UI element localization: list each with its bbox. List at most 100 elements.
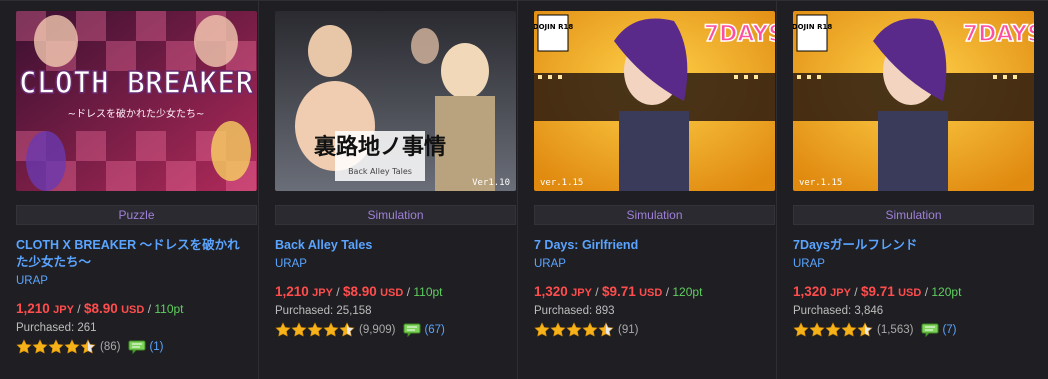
product-thumbnail[interactable]: DOJIN R18 7DAYS ver.1.15	[793, 11, 1034, 191]
rating-row: (9,909) (67)	[275, 321, 517, 339]
product-card: DOJIN R18 7DAYS ver.1.15 Simulation 7 Da…	[518, 1, 777, 379]
thumb-version: ver.1.15	[540, 178, 583, 188]
points: 110pt	[154, 302, 184, 316]
points: 120pt	[931, 285, 962, 299]
product-title[interactable]: Back Alley Tales	[275, 237, 511, 254]
product-title[interactable]: 7Daysガールフレンド	[793, 237, 1029, 254]
star-rating	[534, 322, 614, 338]
usd-unit: USD	[639, 287, 663, 299]
star-icon	[566, 322, 582, 337]
review-count: (7)	[942, 324, 957, 336]
half-star-icon	[857, 322, 873, 337]
thumb-caption: 7DAYS	[963, 22, 1034, 47]
jpy-unit: JPY	[312, 287, 333, 299]
review-count: (67)	[424, 324, 445, 336]
product-thumbnail[interactable]: 裏路地ノ事情 Back Alley Tales Ver1.10	[275, 11, 516, 191]
price-row: 1,210 JPY / $8.90 USD / 110pt	[275, 284, 443, 299]
half-star-icon	[339, 322, 355, 337]
review-count: (1)	[149, 341, 164, 353]
genre-tag[interactable]: Simulation	[534, 205, 775, 225]
purchased-count: Purchased: 25,158	[275, 305, 372, 317]
points: 120pt	[672, 285, 703, 299]
star-icon	[809, 322, 825, 337]
rating-count: (91)	[618, 324, 639, 336]
star-icon	[841, 322, 857, 337]
price-usd: $9.71	[601, 284, 636, 299]
star-icon	[825, 322, 841, 337]
price-usd: $8.90	[83, 301, 118, 316]
price-jpy: 1,320	[793, 284, 827, 299]
thumb-caption: 7DAYS	[704, 22, 775, 47]
price-row: 1,320 JPY / $9.71 USD / 120pt	[793, 284, 962, 299]
product-card: DOJIN R18 7DAYS ver.1.15 Simulation 7Day…	[777, 1, 1048, 379]
star-icon	[307, 322, 323, 337]
product-title[interactable]: 7 Days: Girlfriend	[534, 237, 770, 254]
half-star-icon	[80, 339, 96, 354]
rating-count: (86)	[100, 341, 121, 353]
star-icon	[32, 339, 48, 354]
product-title[interactable]: CLOTH X BREAKER ～ドレスを破かれた少女たち～	[16, 237, 252, 271]
star-icon	[16, 339, 32, 354]
jpy-unit: JPY	[53, 304, 74, 316]
purchased-count: Purchased: 893	[534, 305, 615, 317]
star-icon	[793, 322, 809, 337]
product-thumbnail[interactable]: DOJIN R18 7DAYS ver.1.15	[534, 11, 775, 191]
maker-link[interactable]: URAP	[275, 256, 517, 272]
thumb-subcaption: ~ドレスを破かれた少女たち~	[68, 107, 205, 120]
star-icon	[534, 322, 550, 337]
price-jpy: 1,210	[16, 301, 50, 316]
product-card: 裏路地ノ事情 Back Alley Tales Ver1.10 Simulati…	[259, 1, 518, 379]
points: 110pt	[413, 285, 443, 299]
maker-link[interactable]: URAP	[16, 273, 258, 289]
star-icon	[275, 322, 291, 337]
thumb-badge: DOJIN R18	[793, 23, 832, 31]
genre-tag[interactable]: Simulation	[793, 205, 1034, 225]
thumb-version: ver.1.15	[799, 178, 842, 188]
product-grid: CLOTH BREAKER ~ドレスを破かれた少女たち~ Puzzle CLOT…	[0, 0, 1048, 379]
rating-row: (1,563) (7)	[793, 321, 1048, 339]
price-usd: $9.71	[860, 284, 895, 299]
review-link[interactable]: (1)	[128, 340, 164, 354]
star-icon	[64, 339, 80, 354]
speech-bubble-icon	[128, 340, 146, 354]
review-link[interactable]: (67)	[403, 323, 445, 337]
star-rating	[275, 322, 355, 338]
star-icon	[550, 322, 566, 337]
price-row: 1,210 JPY / $8.90 USD / 110pt	[16, 301, 184, 316]
star-icon	[48, 339, 64, 354]
speech-bubble-icon	[403, 323, 421, 337]
product-card: CLOTH BREAKER ~ドレスを破かれた少女たち~ Puzzle CLOT…	[0, 1, 259, 379]
rating-row: (91)	[534, 321, 776, 339]
jpy-unit: JPY	[571, 287, 592, 299]
star-icon	[323, 322, 339, 337]
thumb-subcaption: Back Alley Tales	[348, 167, 412, 176]
usd-unit: USD	[380, 287, 404, 299]
jpy-unit: JPY	[830, 287, 851, 299]
usd-unit: USD	[121, 304, 145, 316]
usd-unit: USD	[898, 287, 922, 299]
genre-tag[interactable]: Puzzle	[16, 205, 257, 225]
purchased-count: Purchased: 3,846	[793, 305, 884, 317]
star-icon	[582, 322, 598, 337]
genre-tag[interactable]: Simulation	[275, 205, 516, 225]
star-rating	[793, 322, 873, 338]
price-jpy: 1,210	[275, 284, 309, 299]
purchased-count: Purchased: 261	[16, 322, 97, 334]
product-thumbnail[interactable]: CLOTH BREAKER ~ドレスを破かれた少女たち~	[16, 11, 257, 191]
rating-count: (9,909)	[359, 324, 396, 336]
review-link[interactable]: (7)	[921, 323, 957, 337]
thumb-caption: 裏路地ノ事情	[314, 134, 446, 160]
thumb-badge: DOJIN R18	[534, 23, 573, 31]
maker-link[interactable]: URAP	[534, 256, 776, 272]
thumb-caption: CLOTH BREAKER	[19, 66, 255, 101]
price-jpy: 1,320	[534, 284, 568, 299]
thumb-version: Ver1.10	[472, 178, 510, 188]
rating-row: (86) (1)	[16, 338, 258, 356]
star-icon	[291, 322, 307, 337]
maker-link[interactable]: URAP	[793, 256, 1048, 272]
star-rating	[16, 339, 96, 355]
price-row: 1,320 JPY / $9.71 USD / 120pt	[534, 284, 703, 299]
price-usd: $8.90	[342, 284, 377, 299]
speech-bubble-icon	[921, 323, 939, 337]
rating-count: (1,563)	[877, 324, 914, 336]
